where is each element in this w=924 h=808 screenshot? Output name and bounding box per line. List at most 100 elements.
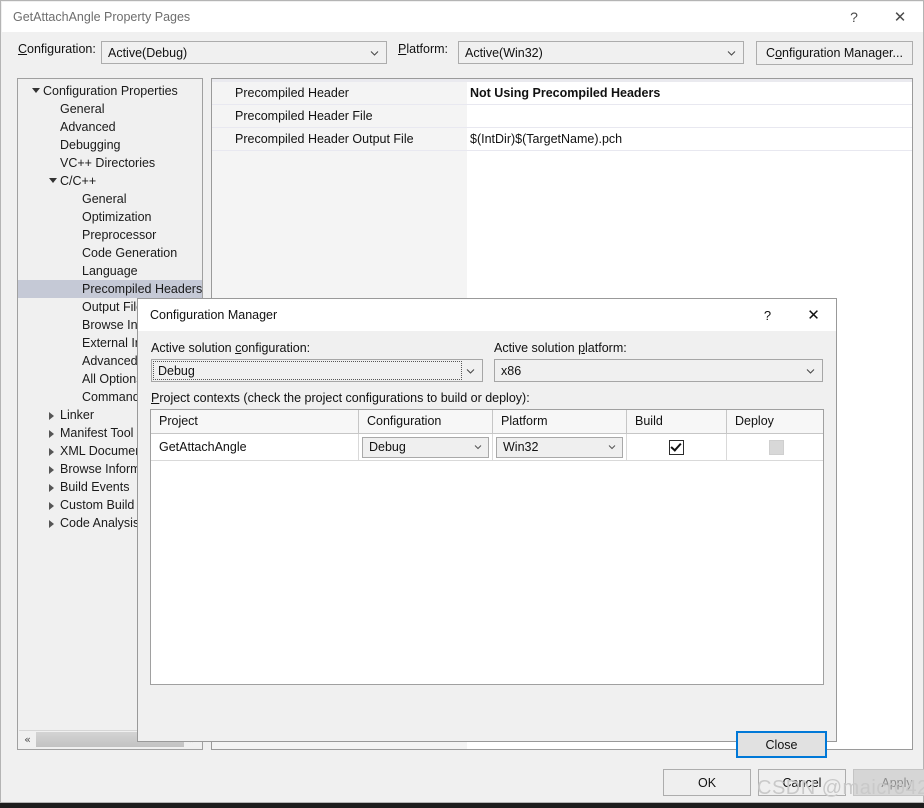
- tree-item-advanced[interactable]: Advanced: [18, 118, 202, 136]
- window-titlebar: GetAttachAngle Property Pages ? ✕: [2, 2, 923, 32]
- platform-value: Win32: [503, 440, 539, 454]
- build-checkbox[interactable]: [669, 439, 684, 455]
- configuration-dropdown[interactable]: Active(Debug): [101, 41, 387, 64]
- deploy-checkbox-wrap: [727, 439, 823, 455]
- chevron-down-icon: [608, 443, 616, 451]
- tree-item-label: Manifest Tool: [60, 426, 134, 440]
- chevron-down-icon: [370, 48, 379, 57]
- cell-deploy[interactable]: [727, 434, 823, 460]
- help-icon[interactable]: ?: [831, 2, 877, 32]
- chevron-down-icon: [806, 366, 815, 375]
- cell-platform[interactable]: Win32: [493, 434, 627, 460]
- close-button-label: Close: [765, 737, 798, 752]
- property-name: Precompiled Header File: [235, 109, 373, 123]
- tree-item-label: Preprocessor: [82, 228, 157, 242]
- project-contexts-label: Project contexts (check the project conf…: [151, 391, 530, 405]
- close-icon[interactable]: ✕: [791, 299, 836, 331]
- tree-item-label: Debugging: [60, 138, 121, 152]
- project-contexts-table[interactable]: Project Configuration Platform Build Deploy …: [150, 409, 824, 685]
- tree-item-label: General: [60, 102, 105, 116]
- tree-item-label: Configuration Properties: [43, 84, 178, 98]
- tree-item-label: VC++ Directories: [60, 156, 156, 170]
- bottom-strip: [0, 803, 924, 808]
- column-header-project[interactable]: Project: [151, 410, 359, 433]
- platform-label: Platform:: [398, 42, 449, 56]
- ok-button-label: OK: [697, 775, 717, 790]
- configuration-manager-dialog: Configuration Manager ? ✕ Active solutio…: [137, 298, 837, 758]
- tree-item-label: Advanced: [60, 120, 116, 134]
- active-solution-configuration-dropdown[interactable]: Debug: [151, 359, 483, 382]
- tree-item-code-generation[interactable]: Code Generation: [18, 244, 202, 262]
- tree-item-label: General: [82, 192, 127, 206]
- tree-item-label: Code Generation: [82, 246, 178, 260]
- platform-dropdown[interactable]: Active(Win32): [458, 41, 744, 64]
- column-header-platform[interactable]: Platform: [493, 410, 627, 433]
- tree-item-c-c[interactable]: C/C++: [18, 172, 202, 190]
- tree-item-preprocessor[interactable]: Preprocessor: [18, 226, 202, 244]
- ok-button[interactable]: OK: [663, 769, 751, 796]
- chevron-down-icon: [466, 366, 475, 375]
- platform-dropdown[interactable]: Win32: [496, 436, 623, 458]
- chevron-right-icon[interactable]: [49, 412, 54, 420]
- table-header-row: Project Configuration Platform Build Deploy: [151, 410, 823, 434]
- active-solution-platform-dropdown[interactable]: x86: [494, 359, 823, 382]
- cell-configuration[interactable]: Debug: [359, 434, 493, 460]
- scroll-left-glyph: «: [24, 733, 31, 746]
- chevron-down-icon: [727, 48, 736, 57]
- page-title: GetAttachAngle Property Pages: [13, 10, 191, 24]
- tree-item-label: Precompiled Headers: [82, 282, 202, 296]
- property-row[interactable]: Precompiled Header Output File $(IntDir)$…: [212, 128, 912, 151]
- property-value[interactable]: Not Using Precompiled Headers: [470, 86, 660, 100]
- property-name: Precompiled Header: [235, 86, 349, 100]
- property-value[interactable]: $(IntDir)$(TargetName).pch: [470, 132, 622, 146]
- chevron-down-icon: [474, 443, 482, 451]
- column-header-configuration[interactable]: Configuration: [359, 410, 493, 433]
- help-glyph: ?: [763, 307, 772, 323]
- chevron-right-icon[interactable]: [49, 466, 54, 474]
- chevron-right-icon[interactable]: [49, 502, 54, 510]
- table-row[interactable]: GetAttachAngle Debug Win32: [151, 434, 823, 461]
- scroll-left-icon[interactable]: «: [19, 731, 36, 748]
- configuration-manager-body: Active solution configuration: Active so…: [138, 331, 836, 758]
- tree-item-precompiled-headers[interactable]: Precompiled Headers: [18, 280, 202, 298]
- help-icon[interactable]: ?: [745, 299, 790, 331]
- tree-item-label: Language: [82, 264, 138, 278]
- chevron-right-icon[interactable]: [49, 448, 54, 456]
- close-glyph: ✕: [893, 8, 907, 26]
- property-row[interactable]: Precompiled Header File: [212, 105, 912, 128]
- active-solution-platform-value: x86: [501, 363, 522, 378]
- configuration-value: Debug: [369, 440, 406, 454]
- tree-item-label: Optimization: [82, 210, 152, 224]
- tree-item-vc-directories[interactable]: VC++ Directories: [18, 154, 202, 172]
- tree-item-general[interactable]: General: [18, 190, 202, 208]
- configuration-dropdown[interactable]: Debug: [362, 436, 489, 458]
- property-grid-rows: Precompiled Header Not Using Precompiled …: [212, 82, 912, 151]
- tree-item-configuration-properties[interactable]: Configuration Properties: [18, 82, 202, 100]
- close-icon[interactable]: ✕: [877, 2, 923, 32]
- tree-item-debugging[interactable]: Debugging: [18, 136, 202, 154]
- close-button[interactable]: Close: [736, 731, 827, 758]
- chevron-right-icon[interactable]: [49, 484, 54, 492]
- watermark: CSDN @maicro42: [757, 777, 924, 799]
- tree-item-label: Linker: [60, 408, 95, 422]
- tree-item-optimization[interactable]: Optimization: [18, 208, 202, 226]
- configuration-manager-button[interactable]: Configuration Manager...: [756, 41, 913, 65]
- project-name: GetAttachAngle: [159, 440, 247, 454]
- chevron-down-icon[interactable]: [32, 88, 40, 93]
- property-pages-window: GetAttachAngle Property Pages ? ✕ Config…: [0, 0, 924, 803]
- cell-build[interactable]: [627, 434, 727, 460]
- chevron-right-icon[interactable]: [49, 430, 54, 438]
- configuration-dropdown-value: Active(Debug): [108, 45, 188, 60]
- column-header-build[interactable]: Build: [627, 410, 727, 433]
- column-header-deploy[interactable]: Deploy: [727, 410, 823, 433]
- chevron-down-icon[interactable]: [49, 178, 57, 183]
- property-row[interactable]: Precompiled Header Not Using Precompiled …: [212, 82, 912, 105]
- cell-project[interactable]: GetAttachAngle: [151, 434, 359, 460]
- close-glyph: ✕: [807, 306, 820, 324]
- tree-item-label: All Options: [82, 372, 143, 386]
- focus-ring: [153, 361, 462, 380]
- chevron-right-icon[interactable]: [49, 520, 54, 528]
- tree-item-general[interactable]: General: [18, 100, 202, 118]
- configuration-manager-button-label: Configuration Manager...: [766, 46, 903, 60]
- tree-item-language[interactable]: Language: [18, 262, 202, 280]
